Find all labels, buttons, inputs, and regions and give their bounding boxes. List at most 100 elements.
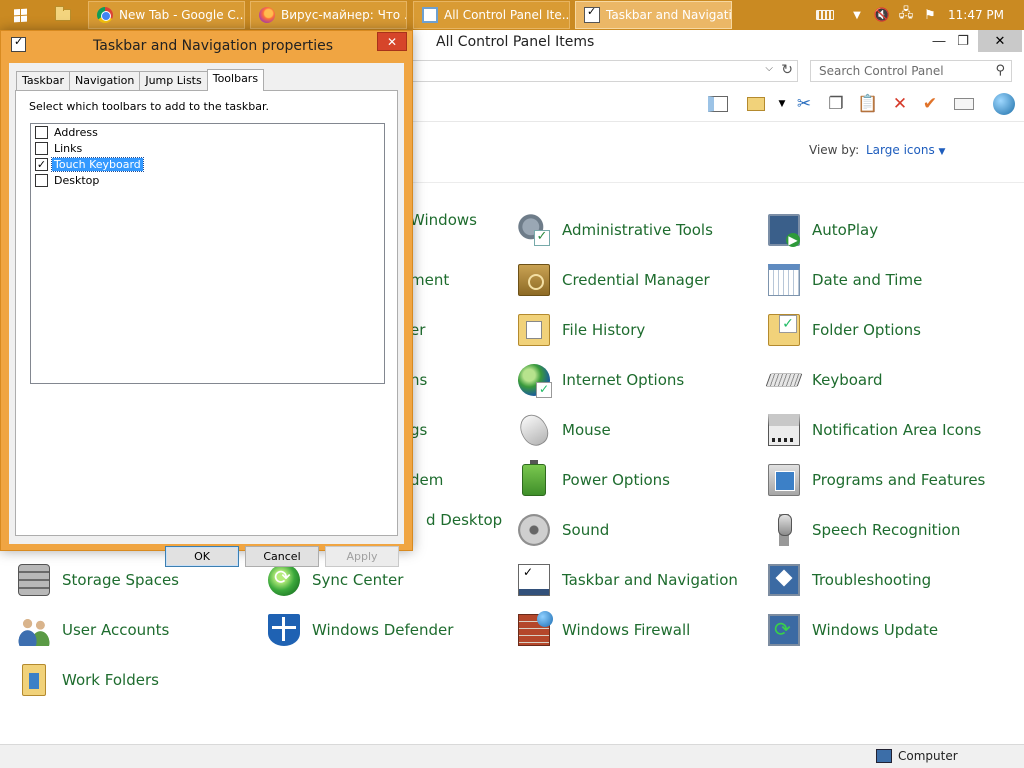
checkmark-icon[interactable]: ✔ — [918, 92, 942, 116]
cp-item-sound[interactable]: Sound — [518, 510, 609, 550]
cp-item-partial[interactable]: dem — [410, 460, 443, 500]
taskbar-button-label: All Control Panel Ite... — [444, 8, 570, 22]
taskbar-navigation-icon — [518, 564, 550, 596]
cp-item-windows-defender[interactable]: Windows Defender — [268, 610, 453, 650]
taskbar-button-firefox[interactable]: Вирус-майнер: Что ... — [250, 1, 407, 29]
tab-taskbar[interactable]: Taskbar — [16, 71, 70, 91]
cp-item-label: Sync Center — [312, 571, 404, 589]
internet-options-icon — [518, 364, 552, 398]
preview-pane-icon[interactable] — [706, 92, 730, 116]
properties-folder-icon[interactable] — [744, 92, 768, 116]
cp-item-credential-manager[interactable]: Credential Manager — [518, 260, 710, 300]
folder-options-icon — [768, 314, 800, 346]
cp-item-work-folders[interactable]: Work Folders — [18, 660, 159, 700]
cp-item-date-and-time[interactable]: Date and Time — [768, 260, 922, 300]
tab-toolbars[interactable]: Toolbars — [206, 69, 265, 91]
toolbar-item-links[interactable]: Links — [35, 141, 84, 156]
search-box[interactable]: ⚲ — [810, 60, 1012, 82]
address-bar[interactable]: ⌵ ↻ — [410, 60, 798, 82]
file-explorer-pinned-button[interactable] — [46, 4, 80, 26]
action-center-icon[interactable]: ⚑ — [920, 0, 940, 30]
tab-jump-lists[interactable]: Jump Lists — [139, 71, 208, 91]
file-explorer-icon — [55, 6, 71, 21]
touch-keyboard-tray-button[interactable] — [814, 0, 836, 30]
cancel-button[interactable]: Cancel — [245, 546, 319, 567]
toolbar-item-label: Touch Keyboard — [51, 157, 144, 172]
cp-item-partial[interactable]: Windows — [410, 200, 477, 240]
taskbar-button-control-panel[interactable]: All Control Panel Ite... — [413, 1, 570, 29]
clock[interactable]: 11:47 PM — [948, 0, 1004, 30]
volume-muted-icon[interactable]: 🔇 — [872, 0, 892, 30]
cut-icon[interactable]: ✂ — [792, 92, 816, 116]
windows-logo-icon — [13, 8, 27, 22]
cp-item-user-accounts[interactable]: User Accounts — [18, 610, 169, 650]
cp-item-label: dem — [410, 471, 444, 489]
checkbox-touch-keyboard[interactable]: ✓ — [35, 158, 48, 171]
cp-item-speech-recognition[interactable]: Speech Recognition — [768, 510, 960, 550]
properties-dropdown-icon[interactable]: ▼ — [770, 92, 794, 116]
cp-item-internet-options[interactable]: Internet Options — [518, 360, 684, 400]
checkbox-desktop[interactable] — [35, 174, 48, 187]
cp-item-troubleshooting[interactable]: Troubleshooting — [768, 560, 931, 600]
status-text: Computer — [898, 749, 958, 763]
cp-item-windows-firewall[interactable]: Windows Firewall — [518, 610, 690, 650]
show-hidden-icons-button[interactable]: ▼ — [848, 0, 866, 30]
toolbar-item-address[interactable]: Address — [35, 125, 100, 140]
apply-button[interactable]: Apply — [325, 546, 399, 567]
close-button[interactable]: ✕ — [978, 30, 1022, 52]
refresh-icon[interactable]: ↻ — [781, 62, 793, 78]
cp-item-label: Windows — [410, 211, 477, 229]
cp-item-file-history[interactable]: File History — [518, 310, 645, 350]
tab-navigation[interactable]: Navigation — [69, 71, 141, 91]
cp-item-programs-and-features[interactable]: Programs and Features — [768, 460, 985, 500]
cp-item-label: File History — [562, 321, 646, 339]
toolbar-item-touch-keyboard[interactable]: ✓ Touch Keyboard — [35, 157, 144, 172]
cp-item-taskbar-and-navigation[interactable]: Taskbar and Navigation — [518, 560, 738, 600]
paste-icon[interactable]: 📋 — [856, 92, 880, 116]
cp-item-storage-spaces[interactable]: Storage Spaces — [18, 560, 179, 600]
cp-item-partial[interactable]: d Desktop — [426, 500, 502, 540]
checkbox-address[interactable] — [35, 126, 48, 139]
dialog-close-button[interactable]: ✕ — [377, 32, 407, 51]
cp-item-label: Sound — [562, 521, 610, 539]
taskbar-button-taskbar-properties[interactable]: Taskbar and Navigati... — [575, 1, 732, 29]
cp-item-notification-area-icons[interactable]: Notification Area Icons — [768, 410, 981, 450]
cp-item-label: Folder Options — [812, 321, 921, 339]
start-button[interactable] — [0, 0, 40, 30]
dialog-titlebar[interactable]: Taskbar and Navigation properties ✕ — [1, 31, 412, 59]
toolbar-item-label: Desktop — [54, 174, 100, 187]
cp-item-label: Troubleshooting — [812, 571, 932, 589]
view-by-dropdown[interactable]: Large icons ▼ — [866, 143, 945, 157]
taskbar-properties-dialog: Taskbar and Navigation properties ✕ Task… — [0, 30, 413, 567]
cp-item-autoplay[interactable]: AutoPlay — [768, 210, 878, 250]
globe-icon[interactable] — [992, 92, 1016, 116]
ok-button[interactable]: OK — [165, 546, 239, 567]
cp-item-label: Credential Manager — [562, 271, 710, 289]
close-icon: ✕ — [386, 34, 398, 49]
cp-item-power-options[interactable]: Power Options — [518, 460, 670, 500]
cp-item-folder-options[interactable]: Folder Options — [768, 310, 921, 350]
chevron-down-icon[interactable]: ⌵ — [765, 63, 773, 74]
maximize-button[interactable]: ❐ — [946, 30, 980, 52]
cp-item-windows-update[interactable]: Windows Update — [768, 610, 938, 650]
toolbar: ▼ ✂ ❐ 📋 ✕ ✔ — [410, 90, 1024, 122]
cp-item-keyboard[interactable]: Keyboard — [765, 360, 883, 400]
rename-icon[interactable] — [952, 92, 976, 116]
view-by-value: Large icons — [866, 143, 935, 157]
windows-update-icon — [768, 614, 800, 646]
cp-item-partial[interactable]: ment — [410, 260, 449, 300]
cp-item-administrative-tools[interactable]: Administrative Tools — [518, 210, 713, 250]
taskbar-properties-icon — [11, 35, 26, 52]
taskbar-button-chrome[interactable]: New Tab - Google C... — [88, 1, 245, 29]
cp-item-mouse[interactable]: Mouse — [514, 409, 611, 451]
cp-item-label: d Desktop — [426, 511, 503, 529]
search-input[interactable] — [811, 61, 981, 81]
cp-item-label: AutoPlay — [812, 221, 879, 239]
copy-icon[interactable]: ❐ — [824, 92, 848, 116]
delete-icon[interactable]: ✕ — [888, 92, 912, 116]
toolbar-item-desktop[interactable]: Desktop — [35, 173, 101, 188]
checkbox-links[interactable] — [35, 142, 48, 155]
network-icon[interactable]: 🖧 — [896, 0, 916, 30]
cp-item-label: Windows Update — [812, 621, 939, 639]
search-icon[interactable]: ⚲ — [995, 63, 1005, 78]
